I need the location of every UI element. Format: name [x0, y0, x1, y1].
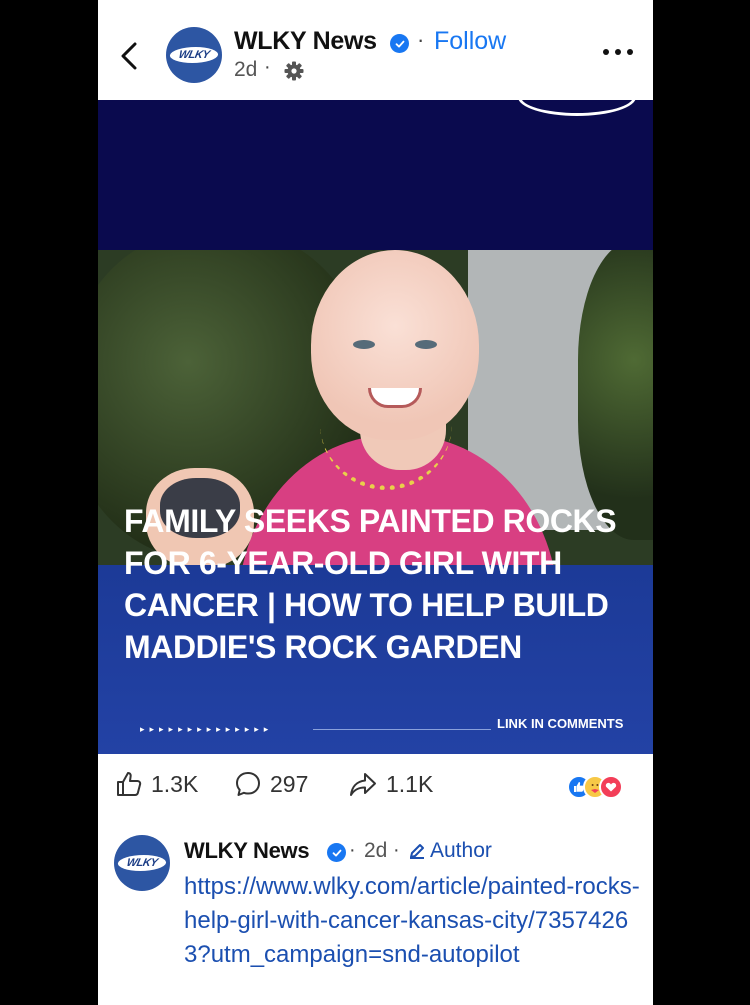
- author-badge: Author: [408, 839, 492, 863]
- reactions-summary[interactable]: [567, 775, 639, 799]
- more-options-icon[interactable]: [603, 44, 633, 60]
- post-time: 2d: [234, 58, 258, 81]
- comment-time: 2d: [364, 839, 388, 862]
- link-in-comments-label: LINK IN COMMENTS: [497, 716, 624, 731]
- separator-dot: ·: [393, 839, 400, 861]
- wlky-logo: WLKY: [168, 47, 220, 63]
- wlky-logo: [518, 100, 636, 116]
- verified-badge-icon: [327, 843, 346, 862]
- separator-dot: ·: [349, 839, 356, 861]
- comment-link[interactable]: https://www.wlky.com/article/painted-roc…: [184, 870, 644, 972]
- comment-avatar[interactable]: WLKY: [114, 835, 170, 891]
- share-button[interactable]: 1.1K: [348, 770, 433, 798]
- comment-count: 297: [270, 770, 309, 797]
- like-count: 1.3K: [151, 770, 199, 797]
- post-screen: WLKY WLKY News · Follow 2d · FAMILY SEEK…: [98, 0, 653, 1005]
- verified-badge-icon: [390, 34, 409, 53]
- gear-icon: [283, 60, 305, 82]
- back-arrow-icon[interactable]: [118, 36, 142, 76]
- comment-icon: [236, 772, 260, 796]
- post-actions: 1.3K 297 1.1K: [98, 754, 653, 824]
- arrow-decoration: ▸▸▸▸▸▸▸▸▸▸▸▸▸▸: [140, 724, 274, 734]
- comment-button[interactable]: 297: [234, 770, 308, 798]
- author-label: Author: [430, 839, 492, 862]
- wlky-logo: WLKY: [116, 855, 168, 871]
- image-headline: FAMILY SEEKS PAINTED ROCKS FOR 6-YEAR-OL…: [124, 503, 617, 665]
- love-reaction-icon: [599, 775, 623, 799]
- like-button[interactable]: 1.3K: [115, 770, 198, 798]
- page-avatar[interactable]: WLKY: [166, 27, 222, 83]
- post-image[interactable]: FAMILY SEEKS PAINTED ROCKS FOR 6-YEAR-OL…: [98, 100, 653, 754]
- girl-face: [311, 250, 479, 440]
- follow-button[interactable]: Follow: [434, 27, 506, 56]
- image-top-band: [98, 100, 653, 250]
- like-icon: [117, 772, 142, 796]
- pencil-icon: [410, 844, 424, 859]
- share-count: 1.1K: [386, 770, 434, 797]
- page-name[interactable]: WLKY News: [234, 27, 377, 56]
- divider: [313, 729, 491, 730]
- separator-dot: ·: [417, 27, 425, 52]
- separator-dot: ·: [264, 56, 271, 78]
- comment: WLKY WLKY News · 2d · Author https://www…: [98, 824, 653, 1005]
- comment-author-name[interactable]: WLKY News: [184, 838, 310, 864]
- share-icon: [350, 773, 376, 796]
- post-header: WLKY WLKY News · Follow 2d ·: [98, 0, 653, 100]
